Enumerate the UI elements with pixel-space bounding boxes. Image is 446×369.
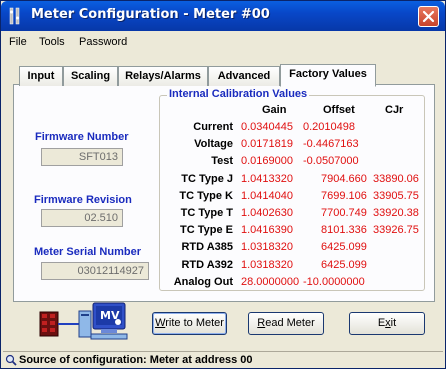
tab-factory-values[interactable]: Factory Values bbox=[280, 64, 376, 87]
calibration-row-label: TC Type T bbox=[180, 207, 233, 219]
offset-value: 6425.099 bbox=[321, 259, 367, 271]
offset-value: 7699.106 bbox=[321, 190, 367, 202]
title-bar[interactable]: Meter Configuration - Meter #00 bbox=[1, 1, 445, 31]
calibration-row-label: RTD A392 bbox=[181, 259, 233, 271]
cjr-column-header: CJr bbox=[385, 104, 404, 116]
gain-value: 1.0318320 bbox=[241, 259, 293, 271]
calibration-row-label: Voltage bbox=[194, 138, 233, 150]
cjr-value: 33890.06 bbox=[373, 173, 419, 185]
gain-value: 1.0402630 bbox=[241, 207, 293, 219]
tab-scaling[interactable]: Scaling bbox=[63, 66, 118, 86]
offset-value: 7700.749 bbox=[321, 207, 367, 219]
offset-value: -0.4467163 bbox=[303, 138, 359, 150]
firmware-revision-label: Firmware Revision bbox=[34, 194, 132, 206]
write-to-meter-button[interactable]: Write to Meter bbox=[152, 312, 227, 335]
gain-value: 1.0413320 bbox=[241, 173, 293, 185]
read-meter-label-mnemonic: R bbox=[257, 317, 266, 329]
offset-value: 0.2010498 bbox=[303, 121, 355, 133]
close-icon bbox=[422, 10, 435, 23]
firmware-number-field: SFT013 bbox=[41, 148, 123, 166]
meter-configuration-window: Meter Configuration - Meter #00 File Too… bbox=[0, 0, 446, 369]
offset-value: 8101.336 bbox=[321, 224, 367, 236]
tab-relays-alarms[interactable]: Relays/Alarms bbox=[118, 66, 208, 86]
tab-advanced[interactable]: Advanced bbox=[208, 66, 280, 86]
calibration-row-label: TC Type K bbox=[179, 190, 233, 202]
gain-value: 1.0414040 bbox=[241, 190, 293, 202]
read-meter-label: ead Meter bbox=[265, 317, 315, 329]
status-text: Source of configuration: Meter at addres… bbox=[19, 354, 253, 366]
exit-label: it bbox=[390, 317, 397, 329]
firmware-revision-field: 02.510 bbox=[41, 209, 123, 227]
gain-value: 0.0169000 bbox=[241, 155, 293, 167]
magnifier-icon bbox=[5, 354, 17, 366]
menu-bar: File Tools Password bbox=[1, 32, 445, 52]
offset-value: 6425.099 bbox=[321, 241, 367, 253]
tab-input[interactable]: Input bbox=[19, 66, 63, 86]
close-button[interactable] bbox=[418, 6, 439, 27]
calibration-row-label: Analog Out bbox=[173, 276, 233, 288]
calibration-row-label: RTD A385 bbox=[181, 241, 233, 253]
gain-column-header: Gain bbox=[262, 104, 287, 116]
gain-value: 0.0340445 bbox=[241, 121, 293, 133]
offset-value: 7904.660 bbox=[321, 173, 367, 185]
cjr-value: 33926.75 bbox=[373, 224, 419, 236]
calibration-group-title: Internal Calibration Values bbox=[167, 88, 310, 100]
offset-column-header: Offset bbox=[323, 104, 355, 116]
status-bar: Source of configuration: Meter at addres… bbox=[3, 351, 443, 368]
calibration-row-label: Current bbox=[193, 121, 233, 133]
meter-serial-number-field: 03012114927 bbox=[41, 262, 149, 280]
write-to-meter-label-mnemonic: W bbox=[155, 317, 166, 329]
menu-tools[interactable]: Tools bbox=[39, 36, 65, 48]
read-meter-button[interactable]: Read Meter bbox=[248, 312, 324, 335]
offset-value: -0.0507000 bbox=[303, 155, 359, 167]
menu-file[interactable]: File bbox=[9, 36, 27, 48]
firmware-number-label: Firmware Number bbox=[35, 131, 129, 143]
calibration-row-label: TC Type E bbox=[180, 224, 233, 236]
computer-mv-icon: MV bbox=[67, 302, 128, 340]
menu-password[interactable]: Password bbox=[79, 36, 127, 48]
gain-value: 28.0000000 bbox=[241, 276, 300, 288]
panel-meter-icon bbox=[39, 311, 67, 337]
calibration-row-label: Test bbox=[211, 155, 233, 167]
gain-value: 1.0416390 bbox=[241, 224, 293, 236]
calibration-row-label: TC Type J bbox=[181, 173, 233, 185]
offset-value: -10.0000000 bbox=[303, 276, 365, 288]
gain-value: 1.0318320 bbox=[241, 241, 293, 253]
meter-serial-number-label: Meter Serial Number bbox=[34, 246, 141, 258]
write-to-meter-label: rite to Meter bbox=[165, 317, 224, 329]
gain-value: 0.0171819 bbox=[241, 138, 293, 150]
cjr-value: 33905.75 bbox=[373, 190, 419, 202]
cjr-value: 33920.38 bbox=[373, 207, 419, 219]
meter-config-icon bbox=[9, 7, 20, 25]
window-title: Meter Configuration - Meter #00 bbox=[31, 7, 270, 22]
exit-button[interactable]: Exit bbox=[349, 312, 425, 335]
